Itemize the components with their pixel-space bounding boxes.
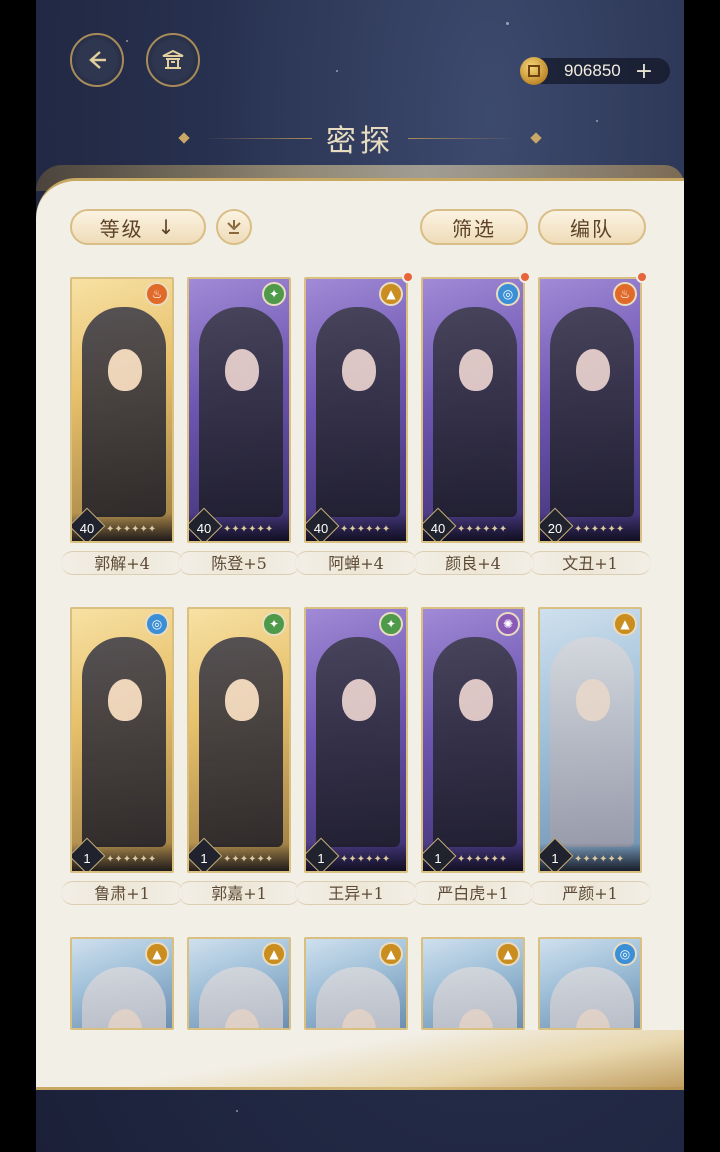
fire-icon: ♨ (145, 282, 169, 306)
character-card[interactable]: ▲ 40 ✦✦✦✦✦✦ (304, 277, 408, 543)
level-value: 1 (83, 851, 91, 866)
character-portrait (550, 967, 634, 1028)
earth-icon: ▲ (145, 942, 169, 966)
portrait-face (459, 679, 493, 721)
character-portrait (82, 967, 166, 1028)
level-value: 1 (317, 851, 325, 866)
character-name: 颜良+4 (412, 551, 534, 575)
character-name: 严白虎+1 (412, 881, 534, 905)
earth-icon: ▲ (379, 942, 403, 966)
character-name: 陈登+5 (178, 551, 300, 575)
character-portrait (433, 967, 517, 1028)
earth-icon: ▲ (379, 282, 403, 306)
star-rating-icon: ✦✦✦✦✦✦ (574, 524, 625, 535)
level-value: 20 (547, 521, 563, 536)
character-card[interactable]: ◎ (538, 937, 642, 1030)
character-card[interactable]: ◎ 1 ✦✦✦✦✦✦ (70, 607, 174, 873)
level-value: 1 (434, 851, 442, 866)
star-rating-icon: ✦✦✦✦✦✦ (574, 854, 625, 865)
portrait-face (459, 1009, 493, 1028)
wood-icon: ✦ (262, 282, 286, 306)
character-card[interactable]: ▲ (304, 937, 408, 1030)
star-rating-icon: ✦✦✦✦✦✦ (106, 524, 157, 535)
character-grid: ♨ 40 ✦✦✦✦✦✦ 郭解+4 ✦ 40 ✦✦✦✦✦✦ 陈登+5 ▲ 40 ✦✦✦✦✦✦ 阿蝉+4 ◎… (36, 0, 684, 1152)
character-name: 严颜+1 (529, 881, 651, 905)
star-rating-icon: ✦✦✦✦✦✦ (457, 854, 508, 865)
star-rating-icon: ✦✦✦✦✦✦ (223, 854, 274, 865)
character-portrait (433, 307, 517, 517)
character-card[interactable]: ▲ (187, 937, 291, 1030)
star-rating-icon: ✦✦✦✦✦✦ (106, 854, 157, 865)
character-name: 阿蝉+4 (295, 551, 417, 575)
portrait-face (342, 1009, 376, 1028)
character-portrait (550, 307, 634, 517)
character-card[interactable]: ♨ 20 ✦✦✦✦✦✦ (538, 277, 642, 543)
new-indicator-dot (519, 271, 531, 283)
app-root: 906850 + 密探 等级 ↓ 筛选 编队 ♨ 40 ✦✦✦✦✦✦ 郭解+4 ✦ 40 ✦… (36, 0, 684, 1152)
character-portrait (82, 307, 166, 517)
portrait-face (576, 349, 610, 391)
wood-icon: ✦ (262, 612, 286, 636)
portrait-face (225, 349, 259, 391)
portrait-face (108, 349, 142, 391)
character-name: 郭嘉+1 (178, 881, 300, 905)
wood-icon: ✦ (379, 612, 403, 636)
star-rating-icon: ✦✦✦✦✦✦ (340, 524, 391, 535)
portrait-face (342, 679, 376, 721)
portrait-face (576, 679, 610, 721)
portrait-face (342, 349, 376, 391)
character-portrait (550, 637, 634, 847)
character-portrait (199, 307, 283, 517)
character-card[interactable]: ✦ 1 ✦✦✦✦✦✦ (187, 607, 291, 873)
star-rating-icon: ✦✦✦✦✦✦ (457, 524, 508, 535)
character-portrait (433, 637, 517, 847)
character-card[interactable]: ◎ 40 ✦✦✦✦✦✦ (421, 277, 525, 543)
level-value: 1 (551, 851, 559, 866)
character-portrait (316, 307, 400, 517)
portrait-face (225, 679, 259, 721)
level-value: 1 (200, 851, 208, 866)
character-portrait (82, 637, 166, 847)
character-card[interactable]: ▲ (70, 937, 174, 1030)
character-name: 文丑+1 (529, 551, 651, 575)
new-indicator-dot (402, 271, 414, 283)
portrait-face (108, 679, 142, 721)
character-card[interactable]: ✺ 1 ✦✦✦✦✦✦ (421, 607, 525, 873)
portrait-face (576, 1009, 610, 1028)
new-indicator-dot (636, 271, 648, 283)
level-value: 40 (430, 521, 446, 536)
character-name: 郭解+4 (61, 551, 183, 575)
level-value: 40 (313, 521, 329, 536)
character-name: 王异+1 (295, 881, 417, 905)
character-card[interactable]: ✦ 1 ✦✦✦✦✦✦ (304, 607, 408, 873)
water-icon: ◎ (496, 282, 520, 306)
character-portrait (316, 637, 400, 847)
star-rating-icon: ✦✦✦✦✦✦ (223, 524, 274, 535)
character-card[interactable]: ▲ (421, 937, 525, 1030)
character-name: 鲁肃+1 (61, 881, 183, 905)
fire-icon: ♨ (613, 282, 637, 306)
character-card[interactable]: ♨ 40 ✦✦✦✦✦✦ (70, 277, 174, 543)
thunder-icon: ✺ (496, 612, 520, 636)
earth-icon: ▲ (613, 612, 637, 636)
character-card[interactable]: ▲ 1 ✦✦✦✦✦✦ (538, 607, 642, 873)
earth-icon: ▲ (262, 942, 286, 966)
star-rating-icon: ✦✦✦✦✦✦ (340, 854, 391, 865)
character-portrait (199, 637, 283, 847)
portrait-face (225, 1009, 259, 1028)
portrait-face (459, 349, 493, 391)
water-icon: ◎ (613, 942, 637, 966)
character-card[interactable]: ✦ 40 ✦✦✦✦✦✦ (187, 277, 291, 543)
level-value: 40 (196, 521, 212, 536)
earth-icon: ▲ (496, 942, 520, 966)
character-portrait (316, 967, 400, 1028)
portrait-face (108, 1009, 142, 1028)
character-portrait (199, 967, 283, 1028)
level-value: 40 (79, 521, 95, 536)
water-icon: ◎ (145, 612, 169, 636)
